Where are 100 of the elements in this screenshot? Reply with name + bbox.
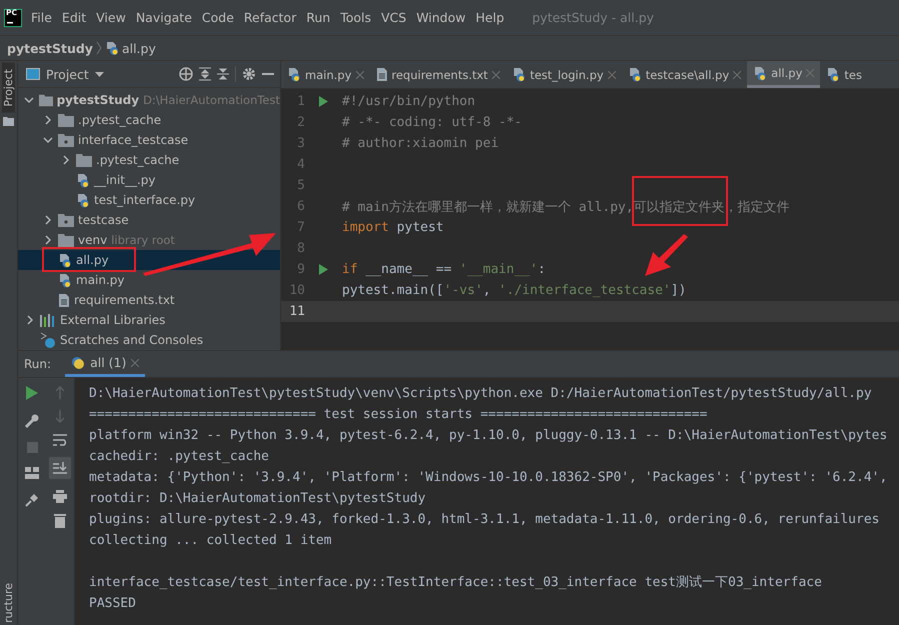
- wrench-icon[interactable]: [25, 414, 39, 428]
- folder-icon: [3, 116, 14, 126]
- line-number: 11: [288, 304, 305, 319]
- line-number: 10: [288, 283, 305, 298]
- annotation-arrow: [645, 234, 688, 276]
- settings-icon[interactable]: [242, 67, 256, 81]
- panel-title[interactable]: Project: [46, 66, 89, 82]
- menu-item[interactable]: View: [96, 10, 126, 25]
- editor-tab[interactable]: tes: [820, 61, 868, 88]
- run-icon[interactable]: [319, 264, 328, 275]
- run-icon[interactable]: [26, 386, 38, 400]
- tree-item[interactable]: .pytest_cache: [18, 110, 280, 130]
- panel-icon: [26, 68, 40, 80]
- scratch-console-icon: [40, 332, 56, 348]
- tree-item[interactable]: Scratches and Consoles: [18, 330, 280, 350]
- console-line: plugins: allure-pytest-2.9.43, forked-1.3.0, html-3.1.1, metadata-1.11.0, ordering-0.6, rerunfailures: [89, 512, 880, 527]
- tree-item-label: interface_testcase: [78, 133, 188, 147]
- pin-icon[interactable]: [25, 493, 39, 507]
- library-icon: [40, 314, 56, 326]
- tree-item-label: Scratches and Consoles: [60, 333, 204, 347]
- structure-tool-tab[interactable]: ructure: [2, 583, 15, 623]
- trash-icon[interactable]: [54, 514, 66, 528]
- tree-item[interactable]: pytestStudy D:\HaierAutomationTest: [18, 90, 280, 110]
- menu-item[interactable]: Edit: [62, 10, 86, 25]
- tree-item[interactable]: interface_testcase: [18, 130, 280, 150]
- console-line: collecting ... collected 1 item: [89, 533, 332, 548]
- text-file-icon: [58, 292, 70, 308]
- tree-item[interactable]: requirements.txt: [18, 290, 280, 310]
- collapse-all-icon[interactable]: [217, 67, 229, 81]
- chevron-right-icon[interactable]: [27, 315, 33, 325]
- chevron-right-icon[interactable]: [63, 155, 69, 165]
- breadcrumb-item[interactable]: pytestStudy: [7, 40, 93, 56]
- tree-item-hint: library root: [111, 233, 175, 247]
- line-number: 7: [296, 220, 305, 235]
- package-folder-icon: [58, 134, 74, 146]
- tree-item[interactable]: main.py: [18, 270, 280, 290]
- line-number: 1: [296, 94, 305, 109]
- menu-item[interactable]: Window: [416, 10, 466, 25]
- breadcrumb-item[interactable]: all.py: [122, 40, 156, 56]
- line-number: 3: [296, 136, 305, 151]
- python-file-icon: [628, 67, 642, 82]
- folder-icon: [58, 114, 74, 126]
- code-line: if __name__ == '__main__':: [342, 262, 546, 277]
- menu-item[interactable]: VCS: [381, 10, 406, 25]
- python-file-icon: [58, 252, 72, 268]
- tree-item-label: all.py: [76, 253, 109, 267]
- editor-tab[interactable]: requirements.txt: [370, 61, 506, 88]
- chevron-down-icon[interactable]: [24, 97, 34, 103]
- code-line: #!/usr/bin/python: [342, 94, 476, 109]
- tree-item-label: testcase: [78, 213, 129, 227]
- menu-item[interactable]: Refactor: [244, 10, 296, 25]
- code-line: import pytest: [342, 220, 444, 235]
- tree-item[interactable]: External Libraries: [18, 310, 280, 330]
- layout-icon[interactable]: [25, 467, 39, 479]
- crosshair-icon[interactable]: [179, 67, 193, 81]
- code-line: pytest.main(['-vs', './interface_testcase']): [342, 283, 686, 298]
- python-icon: [71, 356, 86, 370]
- python-file-icon: [826, 67, 840, 82]
- tree-item-label: main.py: [76, 273, 125, 287]
- line-number: 6: [296, 199, 305, 214]
- tree-item[interactable]: venv library root: [18, 230, 280, 250]
- code-line: # author:xiaomin pei: [342, 136, 499, 151]
- menu-item[interactable]: File: [31, 10, 52, 25]
- scroll-to-end-icon[interactable]: [49, 457, 71, 479]
- python-file-icon: [76, 172, 90, 188]
- line-number: 2: [296, 115, 305, 130]
- text-file-icon: [376, 67, 388, 82]
- chevron-right-icon[interactable]: [45, 115, 51, 125]
- run-icon[interactable]: [319, 96, 328, 107]
- console-line: metadata: {'Python': '3.9.4', 'Platform': 'Windows-10-10.0.18362-SP0', 'Packages': {'pytest': '6.2.4',: [89, 470, 888, 485]
- chevron-down-icon[interactable]: [43, 137, 53, 143]
- folder-icon: [38, 94, 53, 106]
- expand-all-icon[interactable]: [199, 67, 211, 81]
- menu-item[interactable]: Help: [476, 10, 504, 25]
- menu-item[interactable]: Run: [306, 10, 330, 25]
- tree-item-label: pytestStudy: [56, 93, 140, 107]
- project-tool-tab[interactable]: Project: [2, 63, 15, 113]
- editor-tab[interactable]: main.py: [281, 61, 370, 88]
- tree-item[interactable]: .pytest_cache: [18, 150, 280, 170]
- editor-tab[interactable]: test_login.py: [506, 61, 622, 88]
- soft-wrap-icon[interactable]: [53, 434, 67, 446]
- menu-item[interactable]: Tools: [340, 10, 372, 25]
- menu-item[interactable]: Code: [202, 10, 234, 25]
- pycharm-logo-icon: [4, 8, 22, 26]
- menu-item[interactable]: Navigate: [136, 10, 192, 25]
- editor-tab[interactable]: all.py: [747, 61, 820, 88]
- editor-tab[interactable]: testcase\all.py: [622, 61, 748, 88]
- console-line: rootdir: D:\HaierAutomationTest\pytestStudy: [89, 491, 426, 506]
- run-panel-label: Run:: [24, 357, 52, 371]
- tree-item[interactable]: __init__.py: [18, 170, 280, 190]
- tree-item-label: venv: [78, 233, 108, 247]
- tree-item[interactable]: testcase: [18, 210, 280, 230]
- printer-icon[interactable]: [53, 490, 67, 503]
- tree-item[interactable]: test_interface.py: [18, 190, 280, 210]
- run-tab[interactable]: all (1): [65, 351, 146, 377]
- tree-item-label: .pytest_cache: [96, 153, 180, 167]
- tree-item[interactable]: all.py: [18, 250, 280, 270]
- tree-item-hint: D:\HaierAutomationTest: [143, 93, 280, 107]
- dropdown-caret-icon[interactable]: [94, 72, 104, 76]
- console-line: ============================= test session starts =============================: [89, 407, 708, 422]
